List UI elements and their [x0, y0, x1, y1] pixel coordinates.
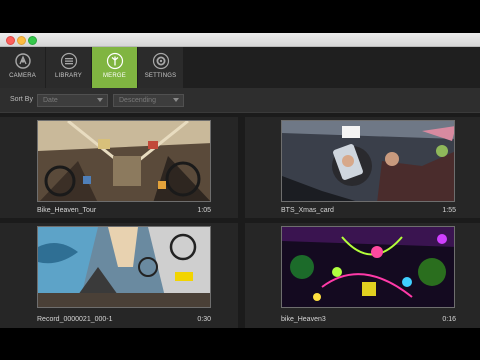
clip-name: BTS_Xmas_card	[281, 207, 334, 214]
clip-card[interactable]: Bike_Heaven_Tour 1:05	[0, 117, 238, 218]
clip-duration: 0:16	[442, 316, 456, 323]
chevron-down-icon	[97, 98, 103, 102]
clip-card[interactable]: bike_Heaven3 0:16	[245, 223, 480, 328]
letterbox-bottom	[0, 328, 480, 360]
tab-library-label: LIBRARY	[55, 73, 82, 79]
tab-settings-label: SETTINGS	[144, 73, 177, 79]
sort-order-value: Descending	[119, 97, 156, 104]
tab-merge[interactable]: MERGE	[92, 47, 137, 88]
title-bar	[0, 33, 480, 47]
tab-merge-label: MERGE	[102, 73, 126, 79]
main-toolbar: CAMERA LIBRARY MERGE SETTINGS	[0, 47, 480, 88]
clip-duration: 0:30	[197, 316, 211, 323]
clip-name: Bike_Heaven_Tour	[37, 207, 97, 214]
sort-by-label: Sort By	[10, 96, 33, 103]
clip-name: Record_0000021_000-1	[37, 316, 113, 323]
clip-thumbnail[interactable]	[37, 120, 211, 202]
app-window: CAMERA LIBRARY MERGE SETTINGS Sort By Da…	[0, 33, 480, 328]
gear-icon	[152, 52, 169, 70]
clip-card[interactable]: BTS_Xmas_card 1:55	[245, 117, 480, 218]
filter-bar: Sort By Date Descending	[0, 88, 480, 113]
clip-duration: 1:05	[197, 207, 211, 214]
close-window-button[interactable]	[6, 36, 15, 45]
merge-icon	[106, 52, 123, 70]
clip-name: bike_Heaven3	[281, 316, 326, 323]
clip-card[interactable]: Record_0000021_000-1 0:30	[0, 223, 238, 328]
minimize-window-button[interactable]	[17, 36, 26, 45]
tab-library[interactable]: LIBRARY	[46, 47, 91, 88]
sort-field-value: Date	[43, 97, 58, 104]
clip-thumbnail[interactable]	[281, 120, 455, 202]
tab-camera[interactable]: CAMERA	[0, 47, 45, 88]
letterbox-top	[0, 0, 480, 33]
clip-grid: Bike_Heaven_Tour 1:05 BTS_Xmas_card 1:55…	[0, 113, 480, 328]
clip-thumbnail[interactable]	[37, 226, 211, 308]
tab-settings[interactable]: SETTINGS	[138, 47, 183, 88]
clip-thumbnail[interactable]	[281, 226, 455, 308]
tab-camera-label: CAMERA	[9, 73, 36, 79]
library-icon	[60, 52, 77, 70]
clip-duration: 1:55	[442, 207, 456, 214]
zoom-window-button[interactable]	[28, 36, 37, 45]
chevron-down-icon	[173, 98, 179, 102]
sort-field-select[interactable]: Date	[37, 94, 108, 107]
camera-icon	[14, 53, 31, 69]
sort-order-select[interactable]: Descending	[113, 94, 184, 107]
